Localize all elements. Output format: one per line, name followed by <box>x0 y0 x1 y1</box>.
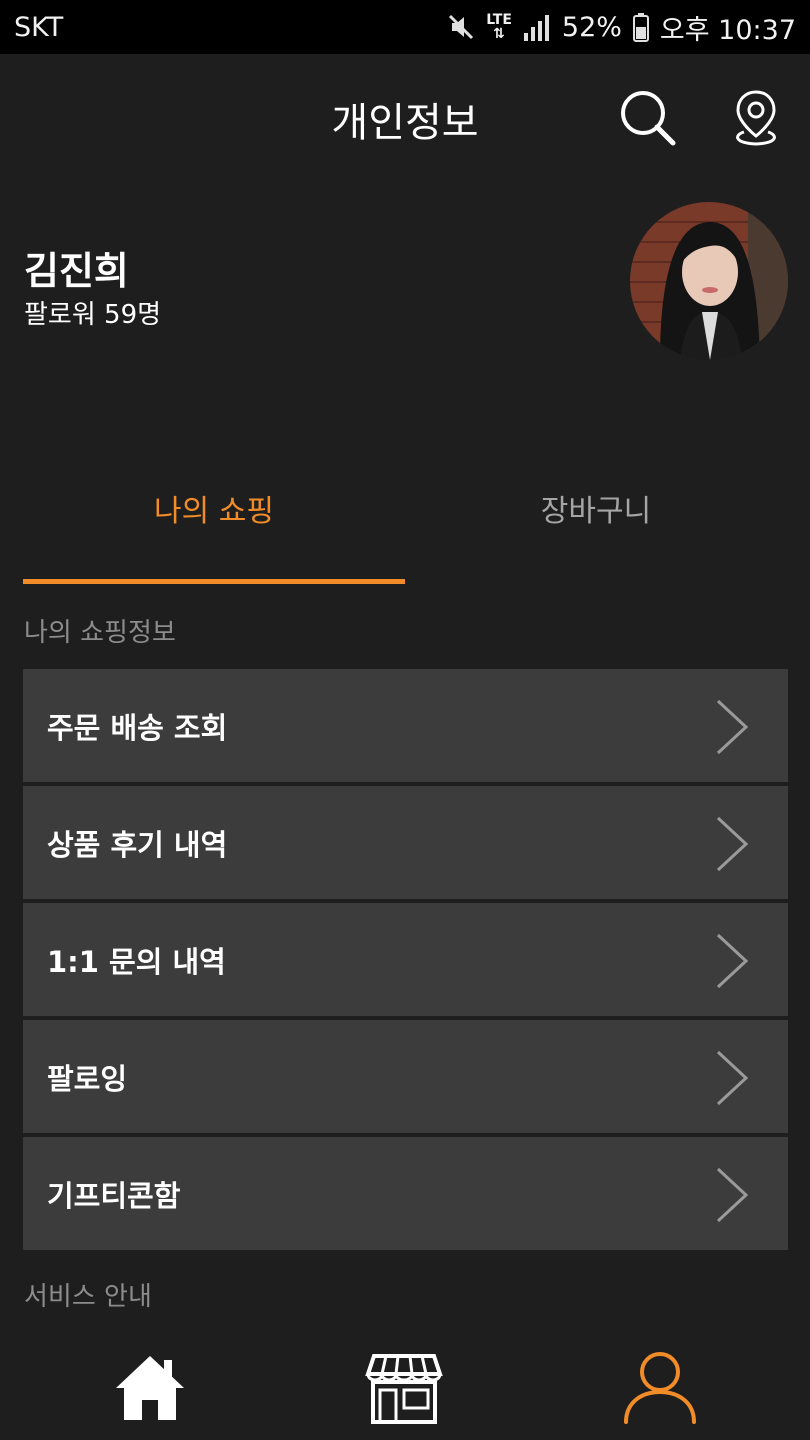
profile-section: 김진희 팔로워 59명 <box>0 184 810 404</box>
menu-item-label: 기프티콘함 <box>47 1178 181 1213</box>
signal-icon <box>523 15 549 41</box>
menu-item-inquiries[interactable]: 1:1 문의 내역 <box>23 903 788 1016</box>
chevron-right-icon <box>716 1050 749 1106</box>
bottom-navigation <box>0 1330 810 1440</box>
nav-home-button[interactable] <box>110 1348 190 1428</box>
profile-icon <box>624 1352 696 1424</box>
search-button[interactable] <box>618 88 678 148</box>
menu-item-gifticon-box[interactable]: 기프티콘함 <box>23 1137 788 1250</box>
menu-item-label: 주문 배송 조회 <box>47 710 228 745</box>
status-bar: SKT LTE ⇅ 52% 오후 10:37 <box>0 0 810 54</box>
battery-icon <box>632 13 649 42</box>
nav-profile-button[interactable] <box>620 1348 700 1428</box>
tab-bar: 나의 쇼핑 장바구니 <box>0 460 810 584</box>
tab-my-shopping[interactable]: 나의 쇼핑 <box>23 486 405 530</box>
search-icon <box>621 91 676 146</box>
menu-item-following[interactable]: 팔로잉 <box>23 1020 788 1133</box>
avatar[interactable] <box>630 202 788 360</box>
menu-item-product-reviews[interactable]: 상품 후기 내역 <box>23 786 788 899</box>
follower-count: 팔로워 59명 <box>24 300 162 330</box>
menu-item-label: 팔로잉 <box>47 1061 128 1096</box>
section-heading-service: 서비스 안내 <box>24 1282 152 1312</box>
status-icons: LTE ⇅ 52% 오후 10:37 <box>446 8 796 47</box>
menu-item-order-tracking[interactable]: 주문 배송 조회 <box>23 669 788 782</box>
chevron-right-icon <box>716 816 749 872</box>
home-icon <box>116 1356 184 1420</box>
store-icon <box>365 1354 443 1424</box>
active-tab-indicator <box>23 579 405 584</box>
nav-store-button[interactable] <box>364 1348 444 1428</box>
mute-icon <box>449 14 474 40</box>
menu-list: 주문 배송 조회 상품 후기 내역 1:1 문의 내역 팔로잉 기프티콘함 <box>23 669 788 1254</box>
location-button[interactable] <box>726 88 786 148</box>
page-title: 개인정보 <box>331 100 479 146</box>
battery-percent: 52% <box>561 11 622 43</box>
lte-icon: LTE ⇅ <box>486 12 512 42</box>
tab-cart[interactable]: 장바구니 <box>405 486 787 530</box>
section-heading-shopping: 나의 쇼핑정보 <box>24 618 176 648</box>
chevron-right-icon <box>716 699 749 755</box>
chevron-right-icon <box>716 1167 749 1223</box>
carrier-label: SKT <box>14 11 64 43</box>
location-pin-icon <box>736 90 776 146</box>
app-header: 개인정보 <box>0 54 810 184</box>
menu-item-label: 상품 후기 내역 <box>47 827 228 862</box>
clock: 오후 10:37 <box>659 14 796 46</box>
menu-item-label: 1:1 문의 내역 <box>47 944 226 979</box>
profile-name: 김진희 <box>24 249 129 293</box>
network-label: LTE <box>486 12 512 28</box>
chevron-right-icon <box>716 933 749 989</box>
